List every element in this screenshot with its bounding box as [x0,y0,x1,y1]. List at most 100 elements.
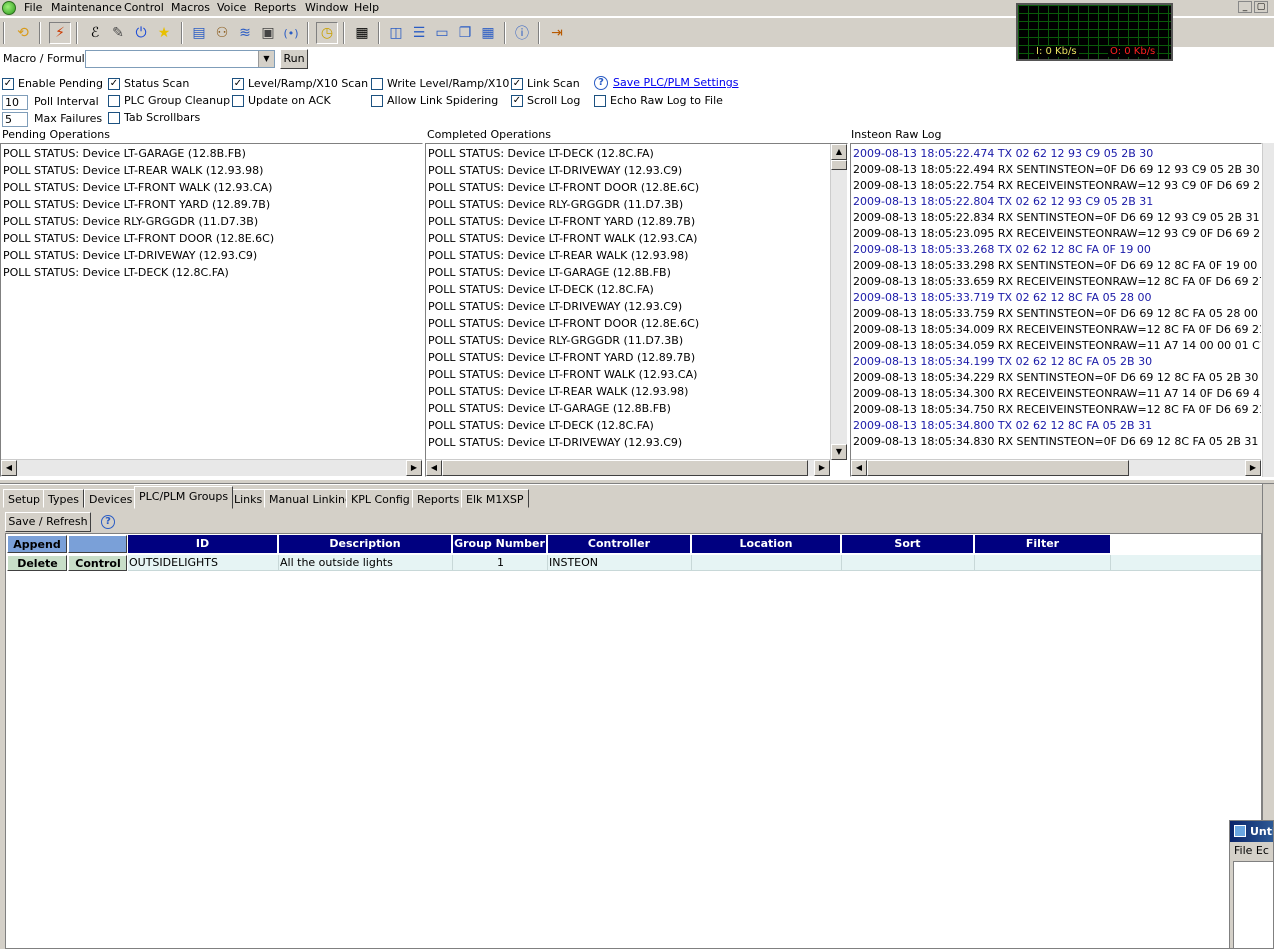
menu-file[interactable]: File [24,1,42,14]
tab-manual-linking[interactable]: Manual Linking [264,489,358,508]
scroll-right-icon[interactable]: ▶ [814,460,830,476]
raw-log-entry[interactable]: 2009-08-13 18:05:34.830 RX SENTINSTEON=0… [853,435,1261,448]
save-plc-settings-link[interactable]: Save PLC/PLM Settings [613,76,739,89]
raw-log-entry[interactable]: 2009-08-13 18:05:34.059 RX RECEIVEINSTEO… [853,339,1261,352]
insteon-raw-log[interactable]: 2009-08-13 18:05:22.474 TX 02 62 12 93 C… [850,143,1262,477]
horizontal-scrollbar[interactable]: ◀ ▶ [851,459,1261,476]
completed-operation-item[interactable]: POLL STATUS: Device LT-REAR WALK (12.93.… [428,385,688,398]
raw-log-entry[interactable]: 2009-08-13 18:05:33.719 TX 02 62 12 8C F… [853,291,1152,304]
update-on-ack-checkbox[interactable] [232,95,244,107]
raw-log-entry[interactable]: 2009-08-13 18:05:22.474 TX 02 62 12 93 C… [853,147,1153,160]
completed-operations-list[interactable]: POLL STATUS: Device LT-DECK (12.8C.FA) PO… [425,143,848,477]
raw-log-entry[interactable]: 2009-08-13 18:05:22.754 RX RECEIVEINSTEO… [853,179,1261,192]
pending-operation-item[interactable]: POLL STATUS: Device LT-GARAGE (12.8B.FB) [3,147,246,160]
restore-button[interactable]: ▢ [1254,1,1268,13]
raw-log-entry[interactable]: 2009-08-13 18:05:33.268 TX 02 62 12 8C F… [853,243,1151,256]
menu-help[interactable]: Help [354,1,379,14]
level-ramp-scan-checkbox[interactable]: ✓ [232,78,244,90]
exit-icon[interactable]: ⇥ [546,22,568,44]
cell-filter[interactable] [975,555,1111,571]
refresh-icon[interactable]: ⟲ [12,22,34,44]
completed-operation-item[interactable]: POLL STATUS: Device LT-FRONT WALK (12.93… [428,368,697,381]
column-header-group-number[interactable]: Group Number [453,535,547,553]
raw-log-entry[interactable]: 2009-08-13 18:05:34.750 RX RECEIVEINSTEO… [853,403,1261,416]
echo-raw-log-checkbox[interactable] [594,95,606,107]
menu-window[interactable]: Window [305,1,348,14]
window-icon[interactable]: ▭ [431,22,453,44]
raw-log-entry[interactable]: 2009-08-13 18:05:34.300 RX RECEIVEINSTEO… [853,387,1261,400]
run-button[interactable]: Run [280,49,308,69]
cell-controller[interactable]: INSTEON [548,555,692,571]
log-icon[interactable]: ▦ [351,22,373,44]
scroll-right-icon[interactable]: ▶ [1245,460,1261,476]
cell-id[interactable]: OUTSIDELIGHTS [128,555,279,571]
scroll-left-icon[interactable]: ◀ [851,460,867,476]
help-icon[interactable]: ? [594,76,608,90]
link-scan-checkbox[interactable]: ✓ [511,78,523,90]
save-refresh-button[interactable]: Save / Refresh [5,512,91,532]
cell-group-number[interactable]: 1 [453,555,548,571]
completed-operation-item[interactable]: POLL STATUS: Device LT-FRONT DOOR (12.8E… [428,317,699,330]
minimize-button[interactable]: _ [1238,1,1252,13]
poll-interval-input[interactable]: 10 [2,95,28,110]
column-header-filter[interactable]: Filter [975,535,1111,553]
grid-icon[interactable]: ▦ [477,22,499,44]
raw-log-entry[interactable]: 2009-08-13 18:05:23.095 RX RECEIVEINSTEO… [853,227,1261,240]
completed-operation-item[interactable]: POLL STATUS: Device RLY-GRGGDR (11.D7.3B… [428,334,683,347]
form-icon[interactable]: ▤ [188,22,210,44]
tab-kpl-config[interactable]: KPL Config [346,489,415,508]
tab-devices[interactable]: Devices [84,489,138,508]
help-icon[interactable]: ⓘ [511,22,533,44]
tab-types[interactable]: Types [43,489,84,508]
panel-splitter[interactable] [0,479,1274,484]
vertical-scrollbar[interactable]: ▲ ▼ [830,144,847,460]
scroll-thumb[interactable] [867,460,1129,476]
max-failures-input[interactable]: 5 [2,112,28,127]
signal-icon[interactable]: (•) [280,22,302,44]
raw-log-entry[interactable]: 2009-08-13 18:05:33.759 RX SENTINSTEON=0… [853,307,1261,320]
completed-operation-item[interactable]: POLL STATUS: Device LT-DRIVEWAY (12.93.C… [428,300,682,313]
completed-operation-item[interactable]: POLL STATUS: Device LT-FRONT WALK (12.93… [428,232,697,245]
completed-operation-item[interactable]: POLL STATUS: Device LT-FRONT YARD (12.89… [428,215,695,228]
edit-pencil-icon[interactable]: ✎ [107,22,129,44]
delete-button[interactable]: Delete [7,555,67,571]
clock-icon[interactable]: ◷ [316,22,338,44]
tab-reports[interactable]: Reports [412,489,465,508]
tile-vertical-icon[interactable]: ◫ [385,22,407,44]
enable-pending-checkbox[interactable]: ✓ [2,78,14,90]
horizontal-scrollbar[interactable]: ◀ ▶ [426,459,830,476]
completed-operation-item[interactable]: POLL STATUS: Device LT-FRONT YARD (12.89… [428,351,695,364]
scroll-left-icon[interactable]: ◀ [1,460,17,476]
pending-operation-item[interactable]: POLL STATUS: Device LT-DRIVEWAY (12.93.C… [3,249,257,262]
pending-operation-item[interactable]: POLL STATUS: Device LT-REAR WALK (12.93.… [3,164,263,177]
scroll-thumb[interactable] [831,160,847,170]
tab-links[interactable]: Links [229,489,268,508]
pending-operation-item[interactable]: POLL STATUS: Device LT-FRONT DOOR (12.8E… [3,232,274,245]
chevron-down-icon[interactable]: ▼ [258,51,274,67]
completed-operation-item[interactable]: POLL STATUS: Device LT-DECK (12.8C.FA) [428,283,654,296]
scroll-right-icon[interactable]: ▶ [406,460,422,476]
raw-log-entry[interactable]: 2009-08-13 18:05:22.494 RX SENTINSTEON=0… [853,163,1261,176]
people-icon[interactable]: ⚇ [211,22,233,44]
power-icon[interactable]: ⏻ [130,22,152,44]
column-header-location[interactable]: Location [692,535,841,553]
pending-operation-item[interactable]: POLL STATUS: Device LT-DECK (12.8C.FA) [3,266,229,279]
completed-operation-item[interactable]: POLL STATUS: Device LT-DECK (12.8C.FA) [428,147,654,160]
tab-elk-m1xsp[interactable]: Elk M1XSP [461,489,529,508]
control-button[interactable]: Control [68,555,127,571]
scroll-left-icon[interactable]: ◀ [426,460,442,476]
report-icon[interactable]: ▣ [257,22,279,44]
completed-operation-item[interactable]: POLL STATUS: Device LT-DECK (12.8C.FA) [428,419,654,432]
raw-log-entry[interactable]: 2009-08-13 18:05:34.229 RX SENTINSTEON=0… [853,371,1261,384]
completed-operation-item[interactable]: POLL STATUS: Device LT-GARAGE (12.8B.FB) [428,402,671,415]
raw-log-entry[interactable]: 2009-08-13 18:05:34.800 TX 02 62 12 8C F… [853,419,1152,432]
status-scan-checkbox[interactable]: ✓ [108,78,120,90]
tab-scrollbars-checkbox[interactable] [108,112,120,124]
tab-plc-plm-groups[interactable]: PLC/PLM Groups [134,486,234,509]
plc-group-cleanup-checkbox[interactable] [108,95,120,107]
completed-operation-item[interactable]: POLL STATUS: Device LT-FRONT DOOR (12.8E… [428,181,699,194]
formula-icon[interactable]: ℰ [84,22,106,44]
scroll-thumb[interactable] [442,460,808,476]
help-icon[interactable]: ? [101,515,115,529]
write-level-ramp-checkbox[interactable] [371,78,383,90]
